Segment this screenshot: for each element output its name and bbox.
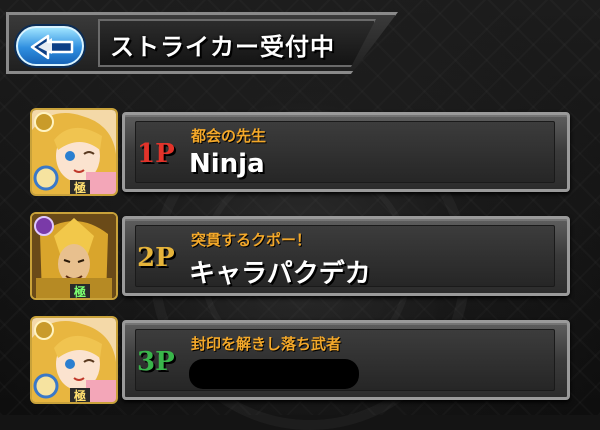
player-1-slot[interactable]: 1P 都会の先生 Ninja (122, 112, 570, 192)
player-2-slot[interactable]: 2P 突貫するクポー！ キャラパクデカ (122, 216, 570, 296)
character-portrait-icon: 極 (32, 110, 116, 194)
player-3-slot[interactable]: 3P 封印を解きし落ち武者 (122, 320, 570, 400)
badge-text: 極 (74, 180, 86, 194)
character-portrait-icon: 極 (32, 318, 116, 402)
player-3-avatar[interactable]: 極 (30, 316, 118, 404)
page-title: ストライカー受付中 (110, 33, 335, 61)
back-button[interactable] (16, 26, 84, 66)
redacted-player-name (189, 359, 359, 389)
player-number: 1P (137, 139, 175, 169)
player-2-avatar[interactable]: 極 (30, 212, 118, 300)
player-title: 突貫するクポー！ (191, 231, 312, 249)
player-number: 3P (137, 347, 175, 377)
player-title: 都会の先生 (191, 127, 267, 145)
player-name: Ninja (189, 149, 265, 179)
player-title: 封印を解きし落ち武者 (191, 335, 342, 353)
badge-text: 極 (74, 388, 86, 402)
player-number: 2P (137, 243, 175, 273)
player-name: キャラパクデカ (189, 259, 371, 289)
badge-text: 極 (74, 284, 86, 298)
back-arrow-icon (30, 34, 74, 60)
player-1-avatar[interactable]: 極 (30, 108, 118, 196)
character-portrait-icon: 極 (32, 214, 116, 298)
